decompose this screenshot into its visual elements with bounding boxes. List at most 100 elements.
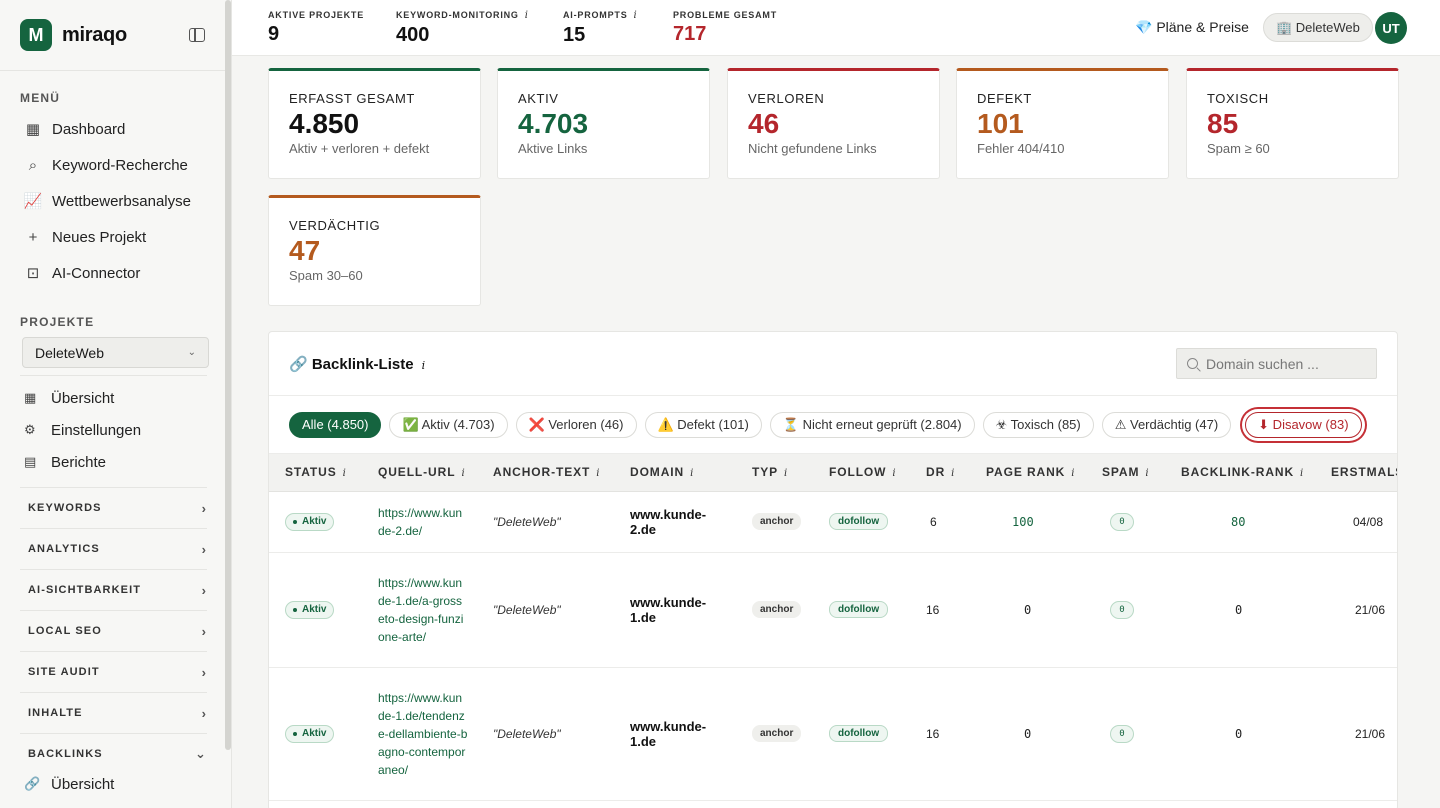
sidebar-group-keywords[interactable]: KEYWORDS › [20,487,207,528]
sidebar-item-uebersicht[interactable]: ▦ Übersicht [0,382,231,414]
plans-link[interactable]: 💎 Pläne & Preise [1135,19,1249,36]
domain-text: www.kunde-1.de [630,594,707,625]
sidebar-item-label: Wettbewerbsanalyse [52,192,191,210]
kpi-title: ERFASST GESAMT [289,91,415,106]
type-badge: anchor [752,601,802,618]
dr-value: 16 [926,602,940,617]
source-url-link[interactable]: https://www.kunde-2.de/ [378,504,468,540]
kpi-value: 46 [748,108,780,139]
sidebar-item-neues-projekt[interactable]: + Neues Projekt [0,219,231,255]
filter-nicht-erneut-geprueft[interactable]: ⏳ Nicht erneut geprüft (2.804) [769,411,975,438]
info-icon[interactable]: i [784,468,788,479]
info-icon[interactable]: i [1145,468,1149,479]
table-row[interactable]: Aktiv https://www.kunde-2.de/ "DeleteWeb… [269,491,1397,553]
filter-defekt[interactable]: ⚠️ Defekt (101) [644,411,762,438]
kpi-subtitle: Nicht gefundene Links [748,141,877,156]
sidebar-group-local-seo[interactable]: LOCAL SEO › [20,610,207,651]
workspace-button[interactable]: 🏢 DeleteWeb [1263,13,1373,42]
kpi-card-defekt: DEFEKT 101 Fehler 404/410 [956,68,1169,179]
stat-label-text: AI-PROMPTS [563,10,628,20]
chevron-right-icon: › [201,582,207,598]
domain-text: www.kunde-1.de [630,718,707,749]
sidebar-item-dashboard[interactable]: ▦ Dashboard [0,111,231,147]
filter-verloren[interactable]: ❌ Verloren (46) [515,411,637,438]
kpi-card-toxisch: TOXISCH 85 Spam ≥ 60 [1186,68,1399,179]
chevron-right-icon: › [201,541,207,557]
sidebar: M miraqo MENÜ ▦ Dashboard ⌕ Keyword-Recher… [0,0,232,808]
kpi-title: DEFEKT [977,91,1032,106]
filter-alle[interactable]: Alle (4.850) [289,411,382,438]
status-dot-icon [293,519,297,524]
document-icon: ▤ [24,454,37,469]
sidebar-item-label: Berichte [51,453,107,471]
sidebar-group-ai-sichtbarkeit[interactable]: AI-SICHTBARKEIT › [20,569,207,610]
filter-aktiv[interactable]: ✅ Aktiv (4.703) [389,411,508,438]
kpi-title: VERDÄCHTIG [289,218,381,233]
table-row[interactable]: Aktiv https://www.kunde-1.de/tendenze-de… [269,667,1397,801]
col-backlink-rank[interactable]: BACKLINK-RANK i [1165,454,1315,492]
table-row[interactable]: Aktiv https://www.kunde-1.de/a-grosseto-… [269,552,1397,668]
kpi-subtitle: Spam ≥ 60 [1207,141,1270,156]
info-icon[interactable]: i [525,10,529,21]
sidebar-group-analytics[interactable]: ANALYTICS › [20,528,207,569]
filter-toxisch[interactable]: ☣ Toxisch (85) [982,411,1094,438]
col-anchor-text[interactable]: ANCHOR-TEXT i [477,454,614,492]
grid-icon: ▦ [25,121,41,138]
info-icon[interactable]: i [596,468,600,479]
domain-search[interactable] [1176,348,1377,379]
col-status[interactable]: STATUS i [269,454,362,492]
cell-anchor: "DeleteWeb" [477,491,614,553]
info-icon[interactable]: i [634,10,638,21]
brand-name[interactable]: miraqo [62,24,127,47]
cell-dr: 16 [910,667,970,801]
kpi-title: AKTIV [518,91,559,106]
project-select[interactable]: DeleteWeb ⌄ [22,337,209,368]
sidebar-toggle-icon[interactable] [189,28,205,42]
info-icon[interactable]: i [951,468,955,479]
sidebar-item-label: AI-Connector [52,264,141,282]
sidebar-item-keyword-recherche[interactable]: ⌕ Keyword-Recherche [0,147,231,183]
info-icon[interactable]: i [461,468,465,479]
sidebar-item-wettbewerbsanalyse[interactable]: 📈 Wettbewerbsanalyse [0,183,231,219]
sidebar-item-einstellungen[interactable]: ⚙ Einstellungen [0,414,231,446]
col-typ[interactable]: TYP i [736,454,813,492]
topbar: AKTIVE PROJEKTE 9 KEYWORD-MONITORING i 40… [232,0,1440,56]
sidebar-item-backlinks-uebersicht[interactable]: 🔗 Übersicht [0,768,231,800]
info-icon[interactable]: i [422,359,426,372]
info-icon[interactable]: i [1300,468,1304,479]
info-icon[interactable]: i [343,468,347,479]
filter-disavow[interactable]: ⬇ Disavow (83) [1245,411,1362,438]
col-erstmals[interactable]: ERSTMALS [1315,454,1397,492]
cell-follow: dofollow [813,491,910,553]
status-text: Aktiv [302,516,327,527]
sidebar-item-berichte[interactable]: ▤ Berichte [0,446,231,478]
col-dr[interactable]: DR i [910,454,970,492]
col-follow[interactable]: FOLLOW i [813,454,910,492]
cell-first-seen: 04/08 [1315,491,1397,553]
sidebar-item-ai-connector[interactable]: ⊡ AI-Connector [0,255,231,291]
col-spam[interactable]: SPAM i [1086,454,1165,492]
avatar[interactable]: UT [1375,12,1407,44]
info-icon[interactable]: i [892,468,896,479]
filter-verdaechtig[interactable]: ⚠ Verdächtig (47) [1101,411,1232,438]
kpi-card-erfasst-gesamt: ERFASST GESAMT 4.850 Aktiv + verloren + … [268,68,481,179]
source-url-link[interactable]: https://www.kunde-1.de/tendenze-dellambi… [378,689,468,779]
kpi-card-verloren: VERLOREN 46 Nicht gefundene Links [727,68,940,179]
gear-icon: ⚙ [24,422,36,437]
col-quell-url[interactable]: QUELL-URL i [362,454,477,492]
spam-badge: 0 [1110,724,1134,743]
domain-search-input[interactable] [1206,355,1366,372]
info-icon[interactable]: i [1071,468,1075,479]
sidebar-group-site-audit[interactable]: SITE AUDIT › [20,651,207,692]
info-icon[interactable]: i [690,468,694,479]
cell-url: https://www.kunde-1.de/a-grosseto-design… [362,552,477,668]
col-page-rank[interactable]: PAGE RANK i [970,454,1086,492]
sidebar-scrollbar[interactable] [225,0,231,750]
table-header-row: STATUS i QUELL-URL i ANCHOR-TEXT i DOMAIN i … [269,454,1397,492]
col-domain[interactable]: DOMAIN i [614,454,736,492]
source-url-link[interactable]: https://www.kunde-1.de/a-grosseto-design… [378,574,468,646]
group-label: KEYWORDS [28,502,102,514]
sidebar-group-inhalte[interactable]: INHALTE › [20,692,207,733]
logo-icon[interactable]: M [20,19,52,51]
stat-value: 400 [396,24,430,46]
